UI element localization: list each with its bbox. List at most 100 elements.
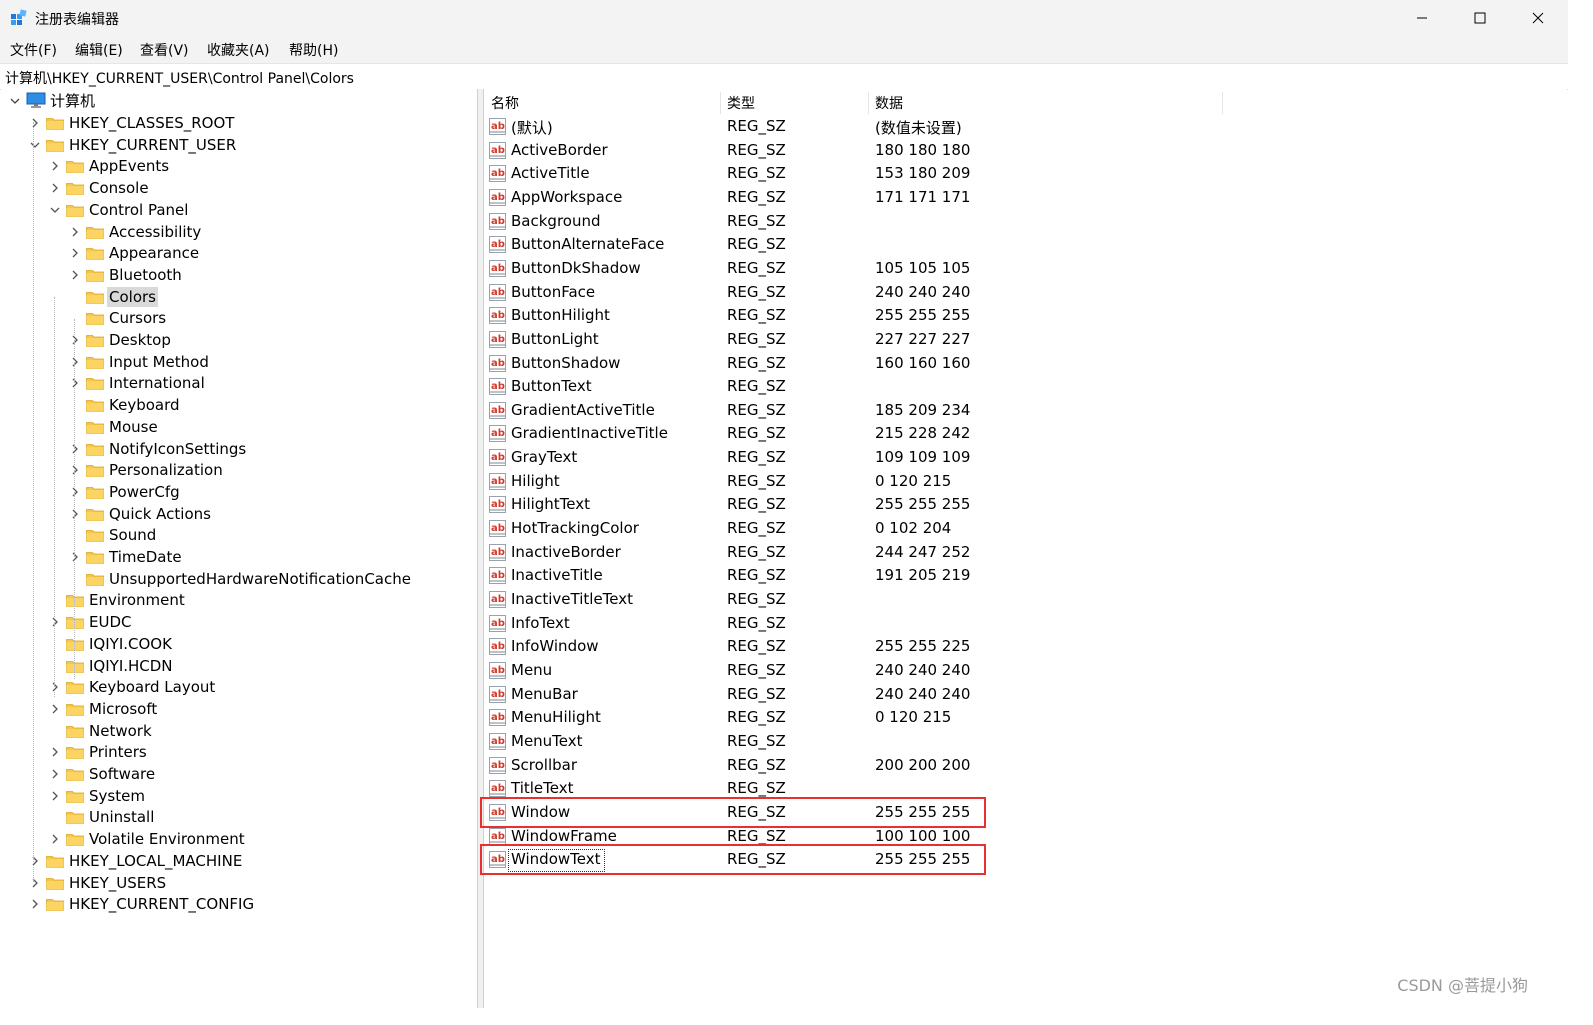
- value-row[interactable]: ab GradientInactiveTitle REG_SZ 215 228 242: [484, 423, 1244, 446]
- tree-item-microsoft[interactable]: Microsoft: [1, 698, 471, 719]
- value-row[interactable]: ab ButtonLight REG_SZ 227 227 227: [484, 329, 1244, 352]
- chevron-down-icon[interactable]: [29, 139, 41, 151]
- tree-item-keyboard-layout[interactable]: Keyboard Layout: [1, 676, 471, 697]
- tree-item-network[interactable]: Network: [1, 720, 471, 741]
- menu-edit[interactable]: 编辑(E): [75, 40, 123, 60]
- tree-item-input-method[interactable]: Input Method: [1, 351, 471, 372]
- chevron-right-icon[interactable]: [69, 486, 81, 498]
- tree-item-accessibility[interactable]: Accessibility: [1, 221, 471, 242]
- chevron-right-icon[interactable]: [69, 226, 81, 238]
- chevron-right-icon[interactable]: [69, 269, 81, 281]
- chevron-right-icon[interactable]: [29, 117, 41, 129]
- tree-item-hkey-classes-root[interactable]: HKEY_CLASSES_ROOT: [1, 112, 471, 133]
- tree-item-quick-actions[interactable]: Quick Actions: [1, 503, 471, 524]
- tree-item-computer[interactable]: 计算机: [1, 90, 471, 111]
- chevron-right-icon[interactable]: [69, 377, 81, 389]
- tree-item-appearance[interactable]: Appearance: [1, 242, 471, 263]
- tree-item-unsupportedhardwarenotificationcache[interactable]: UnsupportedHardwareNotificationCache: [1, 568, 471, 589]
- column-header-name[interactable]: 名称: [491, 93, 519, 113]
- tree-item-keyboard[interactable]: Keyboard: [1, 394, 471, 415]
- chevron-right-icon[interactable]: [49, 768, 61, 780]
- tree-item-printers[interactable]: Printers: [1, 741, 471, 762]
- value-row[interactable]: ab InfoWindow REG_SZ 255 255 225: [484, 636, 1244, 659]
- value-row[interactable]: ab (默认) REG_SZ (数值未设置): [484, 116, 1244, 139]
- tree-item-uninstall[interactable]: Uninstall: [1, 806, 471, 827]
- tree-item-powercfg[interactable]: PowerCfg: [1, 481, 471, 502]
- tree-item-sound[interactable]: Sound: [1, 524, 471, 545]
- value-row[interactable]: ab ButtonText REG_SZ: [484, 376, 1244, 399]
- chevron-down-icon[interactable]: [49, 204, 61, 216]
- minimize-button[interactable]: [1393, 0, 1451, 36]
- tree-item-iqiyi-cook[interactable]: IQIYI.COOK: [1, 633, 471, 654]
- tree-item-notifyiconsettings[interactable]: NotifyIconSettings: [1, 438, 471, 459]
- chevron-right-icon[interactable]: [49, 833, 61, 845]
- chevron-right-icon[interactable]: [49, 681, 61, 693]
- value-row[interactable]: ab Menu REG_SZ 240 240 240: [484, 660, 1244, 683]
- tree-item-hkey-current-config[interactable]: HKEY_CURRENT_CONFIG: [1, 893, 471, 914]
- maximize-button[interactable]: [1451, 0, 1509, 36]
- value-row[interactable]: ab ActiveTitle REG_SZ 153 180 209: [484, 163, 1244, 186]
- chevron-right-icon[interactable]: [49, 616, 61, 628]
- key-tree-pane[interactable]: 计算机 HKEY_CLASSES_ROOT HKEY_CURRENT_USER Ap…: [1, 89, 478, 1008]
- value-row[interactable]: ab AppWorkspace REG_SZ 171 171 171: [484, 187, 1244, 210]
- value-row[interactable]: ab Scrollbar REG_SZ 200 200 200: [484, 755, 1244, 778]
- chevron-down-icon[interactable]: [9, 95, 21, 107]
- tree-item-mouse[interactable]: Mouse: [1, 416, 471, 437]
- chevron-right-icon[interactable]: [29, 855, 41, 867]
- menu-file[interactable]: 文件(F): [10, 40, 57, 60]
- tree-item-bluetooth[interactable]: Bluetooth: [1, 264, 471, 285]
- chevron-right-icon[interactable]: [29, 898, 41, 910]
- address-path[interactable]: 计算机\HKEY_CURRENT_USER\Control Panel\Colo…: [5, 68, 354, 88]
- tree-item-desktop[interactable]: Desktop: [1, 329, 471, 350]
- value-row[interactable]: ab ButtonAlternateFace REG_SZ: [484, 234, 1244, 257]
- tree-item-hkey-users[interactable]: HKEY_USERS: [1, 872, 471, 893]
- value-row[interactable]: ab MenuBar REG_SZ 240 240 240: [484, 684, 1244, 707]
- value-row[interactable]: ab Background REG_SZ: [484, 211, 1244, 234]
- address-bar[interactable]: 计算机\HKEY_CURRENT_USER\Control Panel\Colo…: [0, 63, 1568, 90]
- value-row[interactable]: ab MenuHilight REG_SZ 0 120 215: [484, 707, 1244, 730]
- chevron-right-icon[interactable]: [49, 160, 61, 172]
- chevron-right-icon[interactable]: [49, 182, 61, 194]
- column-header-type[interactable]: 类型: [727, 93, 755, 113]
- tree-item-international[interactable]: International: [1, 372, 471, 393]
- tree-item-colors[interactable]: Colors: [1, 286, 471, 307]
- chevron-right-icon[interactable]: [29, 877, 41, 889]
- value-row[interactable]: ab InfoText REG_SZ: [484, 613, 1244, 636]
- tree-item-eudc[interactable]: EUDC: [1, 611, 471, 632]
- tree-item-volatile-environment[interactable]: Volatile Environment: [1, 828, 471, 849]
- chevron-right-icon[interactable]: [49, 790, 61, 802]
- chevron-right-icon[interactable]: [49, 746, 61, 758]
- tree-item-control-panel[interactable]: Control Panel: [1, 199, 471, 220]
- tree-item-appevents[interactable]: AppEvents: [1, 155, 471, 176]
- column-divider[interactable]: [1222, 92, 1223, 114]
- value-row[interactable]: ab Window REG_SZ 255 255 255: [480, 796, 1244, 828]
- column-divider[interactable]: [720, 92, 721, 114]
- value-row[interactable]: ab ActiveBorder REG_SZ 180 180 180: [484, 140, 1244, 163]
- tree-item-environment[interactable]: Environment: [1, 589, 471, 610]
- column-header-data[interactable]: 数据: [875, 93, 903, 113]
- value-row[interactable]: ab ButtonShadow REG_SZ 160 160 160: [484, 353, 1244, 376]
- menu-favorites[interactable]: 收藏夹(A): [207, 40, 270, 60]
- chevron-right-icon[interactable]: [69, 334, 81, 346]
- value-row[interactable]: ab ButtonDkShadow REG_SZ 105 105 105: [484, 258, 1244, 281]
- chevron-right-icon[interactable]: [69, 551, 81, 563]
- tree-item-software[interactable]: Software: [1, 763, 471, 784]
- value-row[interactable]: ab InactiveTitle REG_SZ 191 205 219: [484, 565, 1244, 588]
- value-row[interactable]: ab HotTrackingColor REG_SZ 0 102 204: [484, 518, 1244, 541]
- chevron-right-icon[interactable]: [69, 508, 81, 520]
- value-row[interactable]: ab ButtonHilight REG_SZ 255 255 255: [484, 305, 1244, 328]
- chevron-right-icon[interactable]: [69, 356, 81, 368]
- value-row[interactable]: ab WindowText REG_SZ 255 255 255: [480, 844, 1244, 876]
- tree-item-hkey-current-user[interactable]: HKEY_CURRENT_USER: [1, 134, 471, 155]
- value-row[interactable]: ab GrayText REG_SZ 109 109 109: [484, 447, 1244, 470]
- value-row[interactable]: ab InactiveBorder REG_SZ 244 247 252: [484, 542, 1244, 565]
- values-list-pane[interactable]: 名称 类型 数据 ab (默认) REG_SZ (数值未设置) ab ActiveBord…: [480, 89, 1567, 1008]
- value-row[interactable]: ab ButtonFace REG_SZ 240 240 240: [484, 282, 1244, 305]
- tree-item-console[interactable]: Console: [1, 177, 471, 198]
- value-row[interactable]: ab MenuText REG_SZ: [484, 731, 1244, 754]
- column-divider[interactable]: [868, 92, 869, 114]
- value-row[interactable]: ab InactiveTitleText REG_SZ: [484, 589, 1244, 612]
- value-row[interactable]: ab HilightText REG_SZ 255 255 255: [484, 494, 1244, 517]
- tree-item-iqiyi-hcdn[interactable]: IQIYI.HCDN: [1, 655, 471, 676]
- tree-item-system[interactable]: System: [1, 785, 471, 806]
